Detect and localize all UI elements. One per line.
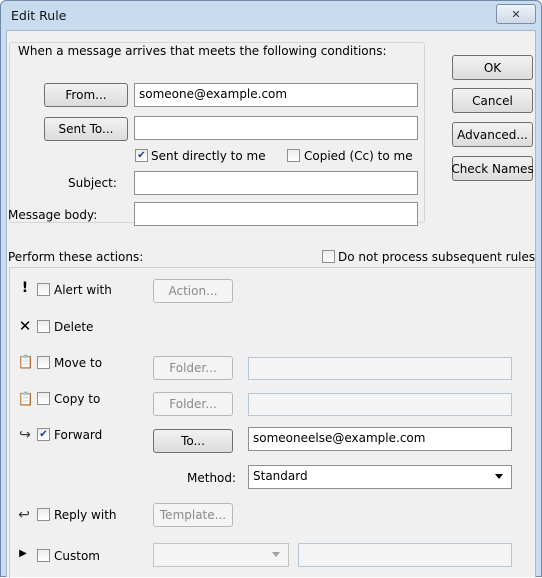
move-folder-button[interactable]: Folder... — [153, 356, 233, 380]
sent-directly-label: Sent directly to me — [151, 149, 266, 163]
action-button[interactable]: Action... — [153, 279, 233, 303]
sent-directly-checkbox[interactable]: ✔ — [135, 149, 148, 162]
custom-checkbox[interactable] — [37, 549, 50, 562]
alert-with-label: Alert with — [54, 283, 112, 297]
check-names-button[interactable]: Check Names — [451, 156, 534, 181]
reply-with-label: Reply with — [54, 508, 117, 522]
template-button[interactable]: Template... — [153, 503, 233, 527]
close-icon: ✕ — [511, 7, 521, 21]
copy-folder-field[interactable] — [248, 393, 512, 416]
delete-x-icon: ✕ — [18, 316, 32, 335]
checkmark-icon: ✔ — [137, 149, 146, 161]
forward-label: Forward — [54, 428, 103, 442]
from-button[interactable]: From... — [44, 83, 128, 107]
window-title: Edit Rule — [11, 8, 67, 23]
copy-to-checkbox[interactable] — [37, 392, 50, 405]
move-to-checkbox[interactable] — [37, 356, 50, 369]
forward-to-button[interactable]: To... — [153, 429, 233, 453]
sent-to-button[interactable]: Sent To... — [44, 117, 128, 141]
chevron-down-icon — [272, 552, 280, 557]
forward-checkbox[interactable]: ✔ — [37, 428, 50, 441]
sent-to-field[interactable] — [134, 116, 418, 140]
delete-checkbox[interactable] — [37, 320, 50, 333]
conditions-heading: When a message arrives that meets the fo… — [15, 44, 390, 58]
actions-panel — [9, 267, 535, 578]
cancel-button[interactable]: Cancel — [452, 88, 533, 113]
copy-folder-button[interactable]: Folder... — [153, 392, 233, 416]
copy-to-folder-icon: 📋 — [17, 391, 35, 407]
do-not-process-label: Do not process subsequent rules — [338, 250, 536, 264]
method-select[interactable]: Standard — [248, 465, 512, 489]
move-to-folder-icon: 📋 — [17, 354, 35, 370]
advanced-button[interactable]: Advanced... — [452, 122, 533, 147]
exclamation-icon: ! — [21, 280, 29, 296]
custom-action-select[interactable] — [153, 543, 289, 567]
forward-icon: ↪ — [19, 427, 31, 443]
custom-field[interactable] — [298, 543, 512, 567]
method-label: Method: — [187, 471, 237, 485]
move-to-label: Move to — [54, 356, 103, 370]
subject-label: Subject: — [68, 176, 117, 190]
message-body-label: Message body: — [8, 208, 98, 222]
chevron-down-icon — [495, 474, 503, 479]
message-body-field[interactable] — [134, 202, 418, 226]
from-field[interactable]: someone@example.com — [134, 83, 418, 107]
copied-cc-checkbox[interactable] — [287, 149, 300, 162]
reply-icon: ↩ — [18, 507, 30, 523]
reply-with-checkbox[interactable] — [37, 508, 50, 521]
forward-to-field[interactable]: someoneelse@example.com — [248, 427, 512, 451]
checkmark-icon: ✔ — [39, 428, 48, 440]
move-folder-field[interactable] — [248, 357, 512, 380]
actions-heading: Perform these actions: — [8, 250, 144, 264]
delete-label: Delete — [54, 320, 94, 334]
expand-arrow-icon[interactable]: ▶ — [17, 548, 29, 560]
do-not-process-checkbox[interactable] — [322, 250, 335, 263]
custom-label: Custom — [54, 549, 100, 563]
close-button[interactable]: ✕ — [496, 4, 536, 24]
ok-button[interactable]: OK — [452, 55, 533, 80]
method-value: Standard — [253, 469, 308, 483]
subject-field[interactable] — [134, 171, 418, 195]
copied-cc-label: Copied (Cc) to me — [304, 149, 413, 163]
copy-to-label: Copy to — [54, 392, 101, 406]
dialog-client-area: When a message arrives that meets the fo… — [6, 30, 536, 578]
alert-with-checkbox[interactable] — [37, 283, 50, 296]
